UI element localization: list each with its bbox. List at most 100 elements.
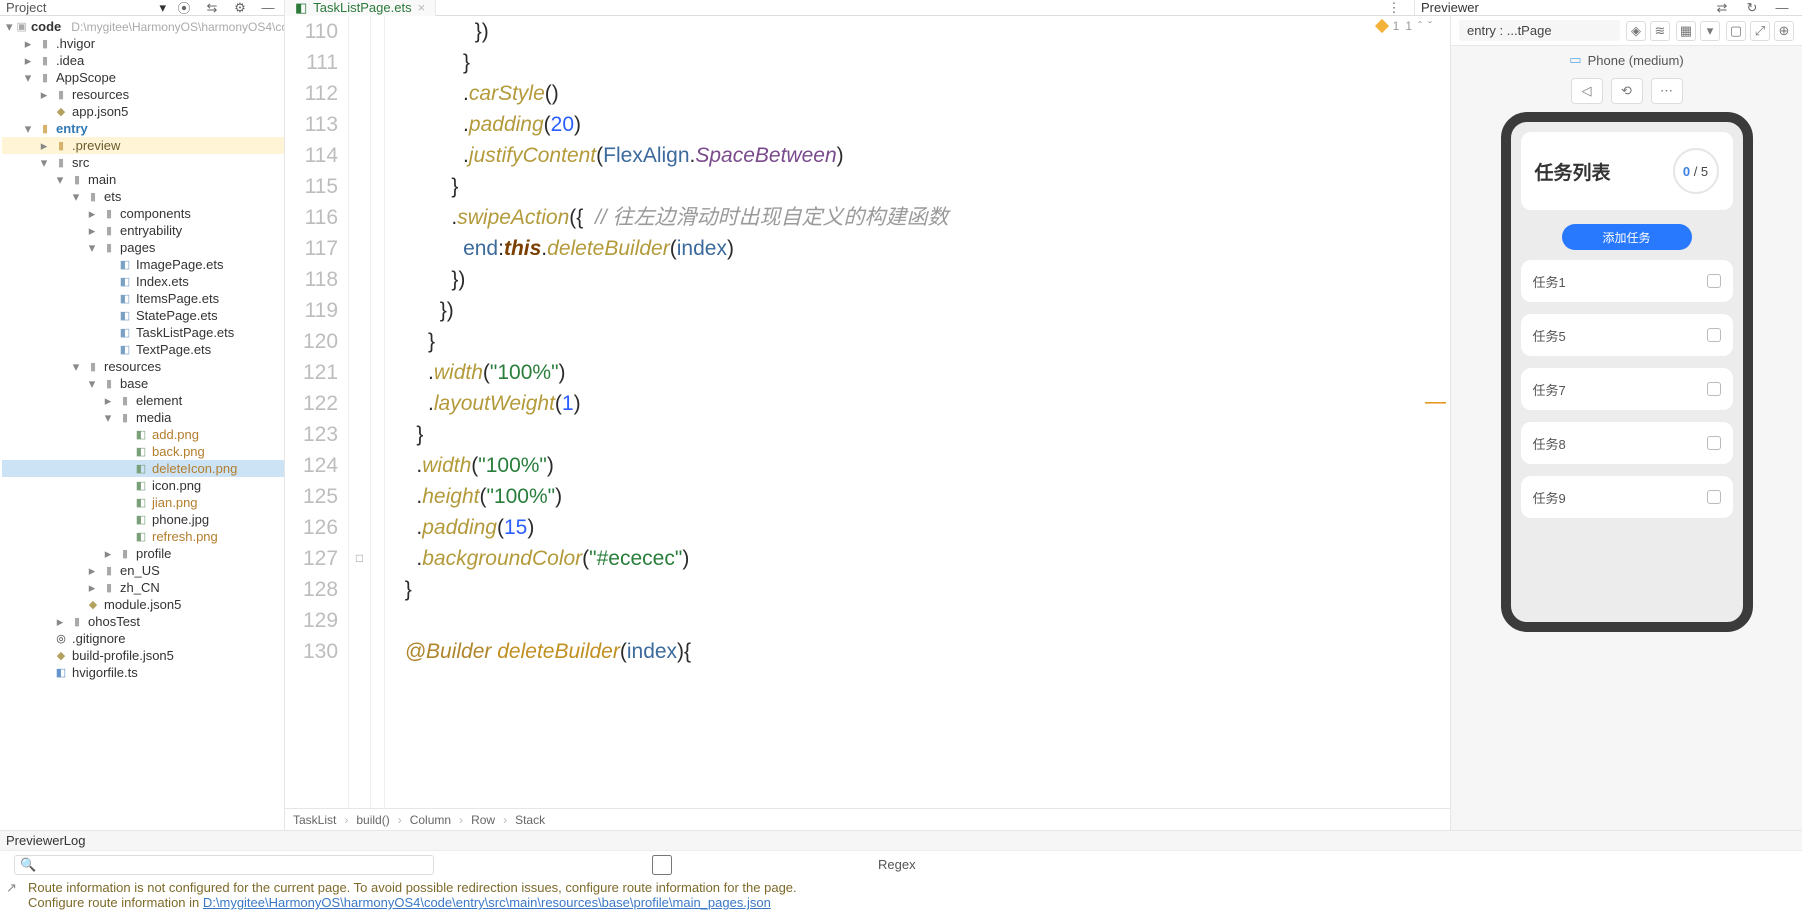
checkbox-icon[interactable] (1707, 490, 1721, 504)
tree-item[interactable]: .preview (72, 138, 120, 153)
tree-root[interactable]: code (31, 19, 61, 34)
add-task-button[interactable]: 添加任务 (1562, 224, 1692, 250)
arrow-up-icon[interactable]: ↗ (6, 880, 17, 896)
task-item[interactable]: 任务8 (1521, 422, 1733, 464)
tree-item[interactable]: add.png (152, 427, 199, 442)
regex-checkbox[interactable]: Regex (452, 855, 916, 875)
tree-item[interactable]: TaskListPage.ets (136, 325, 234, 340)
plus-icon[interactable]: ⊕ (1774, 21, 1794, 41)
task-item[interactable]: 任务5 (1521, 314, 1733, 356)
task-item[interactable]: 任务9 (1521, 476, 1733, 518)
tree-item[interactable]: StatePage.ets (136, 308, 218, 323)
tree-item[interactable]: app.json5 (72, 104, 128, 119)
tree-item[interactable]: pages (120, 240, 155, 255)
tree-item[interactable]: icon.png (152, 478, 201, 493)
refresh-icon[interactable]: ↻ (1742, 0, 1762, 18)
task-title: 任务列表 (1535, 158, 1611, 185)
hide-icon[interactable]: — (258, 0, 278, 18)
tree-item[interactable]: ItemsPage.ets (136, 291, 219, 306)
previewer-panel-title: Previewer (1414, 0, 1702, 15)
tree-item[interactable]: back.png (152, 444, 205, 459)
dropdown-icon[interactable]: ▾ (159, 0, 166, 16)
warning-icon (1375, 19, 1389, 33)
breadcrumb[interactable]: TaskList› build()› Column› Row› Stack (285, 808, 1450, 830)
editor-tab-name: TaskListPage.ets (313, 0, 411, 15)
log-search-input[interactable] (14, 855, 434, 875)
tree-item[interactable]: en_US (120, 563, 160, 578)
device-label[interactable]: Phone (medium) (1588, 53, 1684, 68)
tree-item[interactable]: profile (136, 546, 171, 561)
close-icon[interactable]: × (418, 0, 426, 15)
ets-file-icon: ◧ (295, 0, 307, 16)
task-item[interactable]: 任务1 (1521, 260, 1733, 302)
previewer-log-title[interactable]: PreviewerLog (0, 830, 1802, 850)
tree-item[interactable]: resources (104, 359, 161, 374)
checkbox-icon[interactable] (1707, 328, 1721, 342)
tree-item[interactable]: media (136, 410, 171, 425)
crumb[interactable]: Column (410, 813, 451, 827)
tree-item[interactable]: entryability (120, 223, 182, 238)
crumb[interactable]: Row (471, 813, 495, 827)
log-output: ↗ Route information is not configured fo… (0, 878, 1802, 916)
code-editor[interactable]: 1101111121131141151161171181191201211221… (285, 16, 1450, 808)
tree-item[interactable]: AppScope (56, 70, 116, 85)
preview-entry[interactable]: entry : ...tPage (1459, 20, 1620, 41)
tree-item-selected[interactable]: deleteIcon.png (152, 461, 237, 476)
chevron-right-icon[interactable]: ▸ (22, 36, 34, 52)
device-icon: ▭ (1569, 52, 1581, 68)
tree-item[interactable]: refresh.png (152, 529, 218, 544)
log-link[interactable]: D:\mygitee\HarmonyOS\harmonyOS4\code\ent… (203, 895, 771, 910)
gear-icon[interactable]: ⚙ (230, 0, 250, 18)
target-icon[interactable]: ⦿ (174, 0, 194, 18)
back-icon[interactable]: ◁ (1571, 78, 1603, 104)
layers-icon[interactable]: ≋ (1650, 21, 1670, 41)
tree-item[interactable]: resources (72, 87, 129, 102)
more-icon[interactable]: ⋯ (1651, 78, 1683, 104)
zoom-icon[interactable]: ⤢ (1750, 21, 1770, 41)
tree-item[interactable]: entry (56, 121, 88, 136)
tree-item[interactable]: hvigorfile.ts (72, 665, 138, 680)
crumb[interactable]: build() (356, 813, 389, 827)
inspection-summary[interactable]: 1 1 ˆˇ (1377, 19, 1432, 33)
tree-item[interactable]: build-profile.json5 (72, 648, 174, 663)
tree-item[interactable]: ets (104, 189, 121, 204)
task-item[interactable]: 任务7 (1521, 368, 1733, 410)
tree-item[interactable]: main (88, 172, 116, 187)
grid-icon[interactable]: ▦ (1676, 21, 1696, 41)
project-tree[interactable]: ▾▣codeD:\mygitee\HarmonyOS\harmonyOS4\co… (0, 16, 285, 830)
rotate-icon[interactable]: ⟲ (1611, 78, 1643, 104)
tree-root-path: D:\mygitee\HarmonyOS\harmonyOS4\code (65, 20, 285, 34)
tree-item[interactable]: .hvigor (56, 36, 95, 51)
tree-item[interactable]: components (120, 206, 191, 221)
crumb[interactable]: TaskList (293, 813, 336, 827)
checkbox-icon[interactable] (1707, 274, 1721, 288)
tree-item[interactable]: .idea (56, 53, 84, 68)
tree-item[interactable]: .gitignore (72, 631, 125, 646)
chevron-down-icon[interactable]: ▾ (6, 19, 13, 35)
tree-item[interactable]: phone.jpg (152, 512, 209, 527)
tree-item[interactable]: base (120, 376, 148, 391)
collapse-icon[interactable]: ⇆ (202, 0, 222, 18)
tree-item[interactable]: module.json5 (104, 597, 181, 612)
checkbox-icon[interactable] (1707, 382, 1721, 396)
crumb[interactable]: Stack (515, 813, 545, 827)
search-icon: 🔍 (20, 857, 36, 873)
tree-item[interactable]: jian.png (152, 495, 198, 510)
inspect-icon[interactable]: ◈ (1626, 21, 1646, 41)
tree-item[interactable]: element (136, 393, 182, 408)
more-icon[interactable]: ⋮ (1384, 0, 1404, 18)
tree-item[interactable]: Index.ets (136, 274, 189, 289)
tree-item[interactable]: src (72, 155, 89, 170)
dropdown-icon[interactable]: ▾ (1700, 21, 1720, 41)
task-counter: 0 / 5 (1673, 148, 1719, 194)
project-panel-title: Project (6, 0, 151, 15)
checkbox-icon[interactable] (1707, 436, 1721, 450)
tree-item[interactable]: ImagePage.ets (136, 257, 223, 272)
editor-tab[interactable]: ◧ TaskListPage.ets × (285, 0, 436, 16)
tree-item[interactable]: zh_CN (120, 580, 160, 595)
tree-item[interactable]: ohosTest (88, 614, 140, 629)
tree-item[interactable]: TextPage.ets (136, 342, 211, 357)
transfer-icon[interactable]: ⇄ (1712, 0, 1732, 18)
hide-previewer-icon[interactable]: — (1772, 0, 1792, 18)
square-icon[interactable]: ▢ (1726, 21, 1746, 41)
